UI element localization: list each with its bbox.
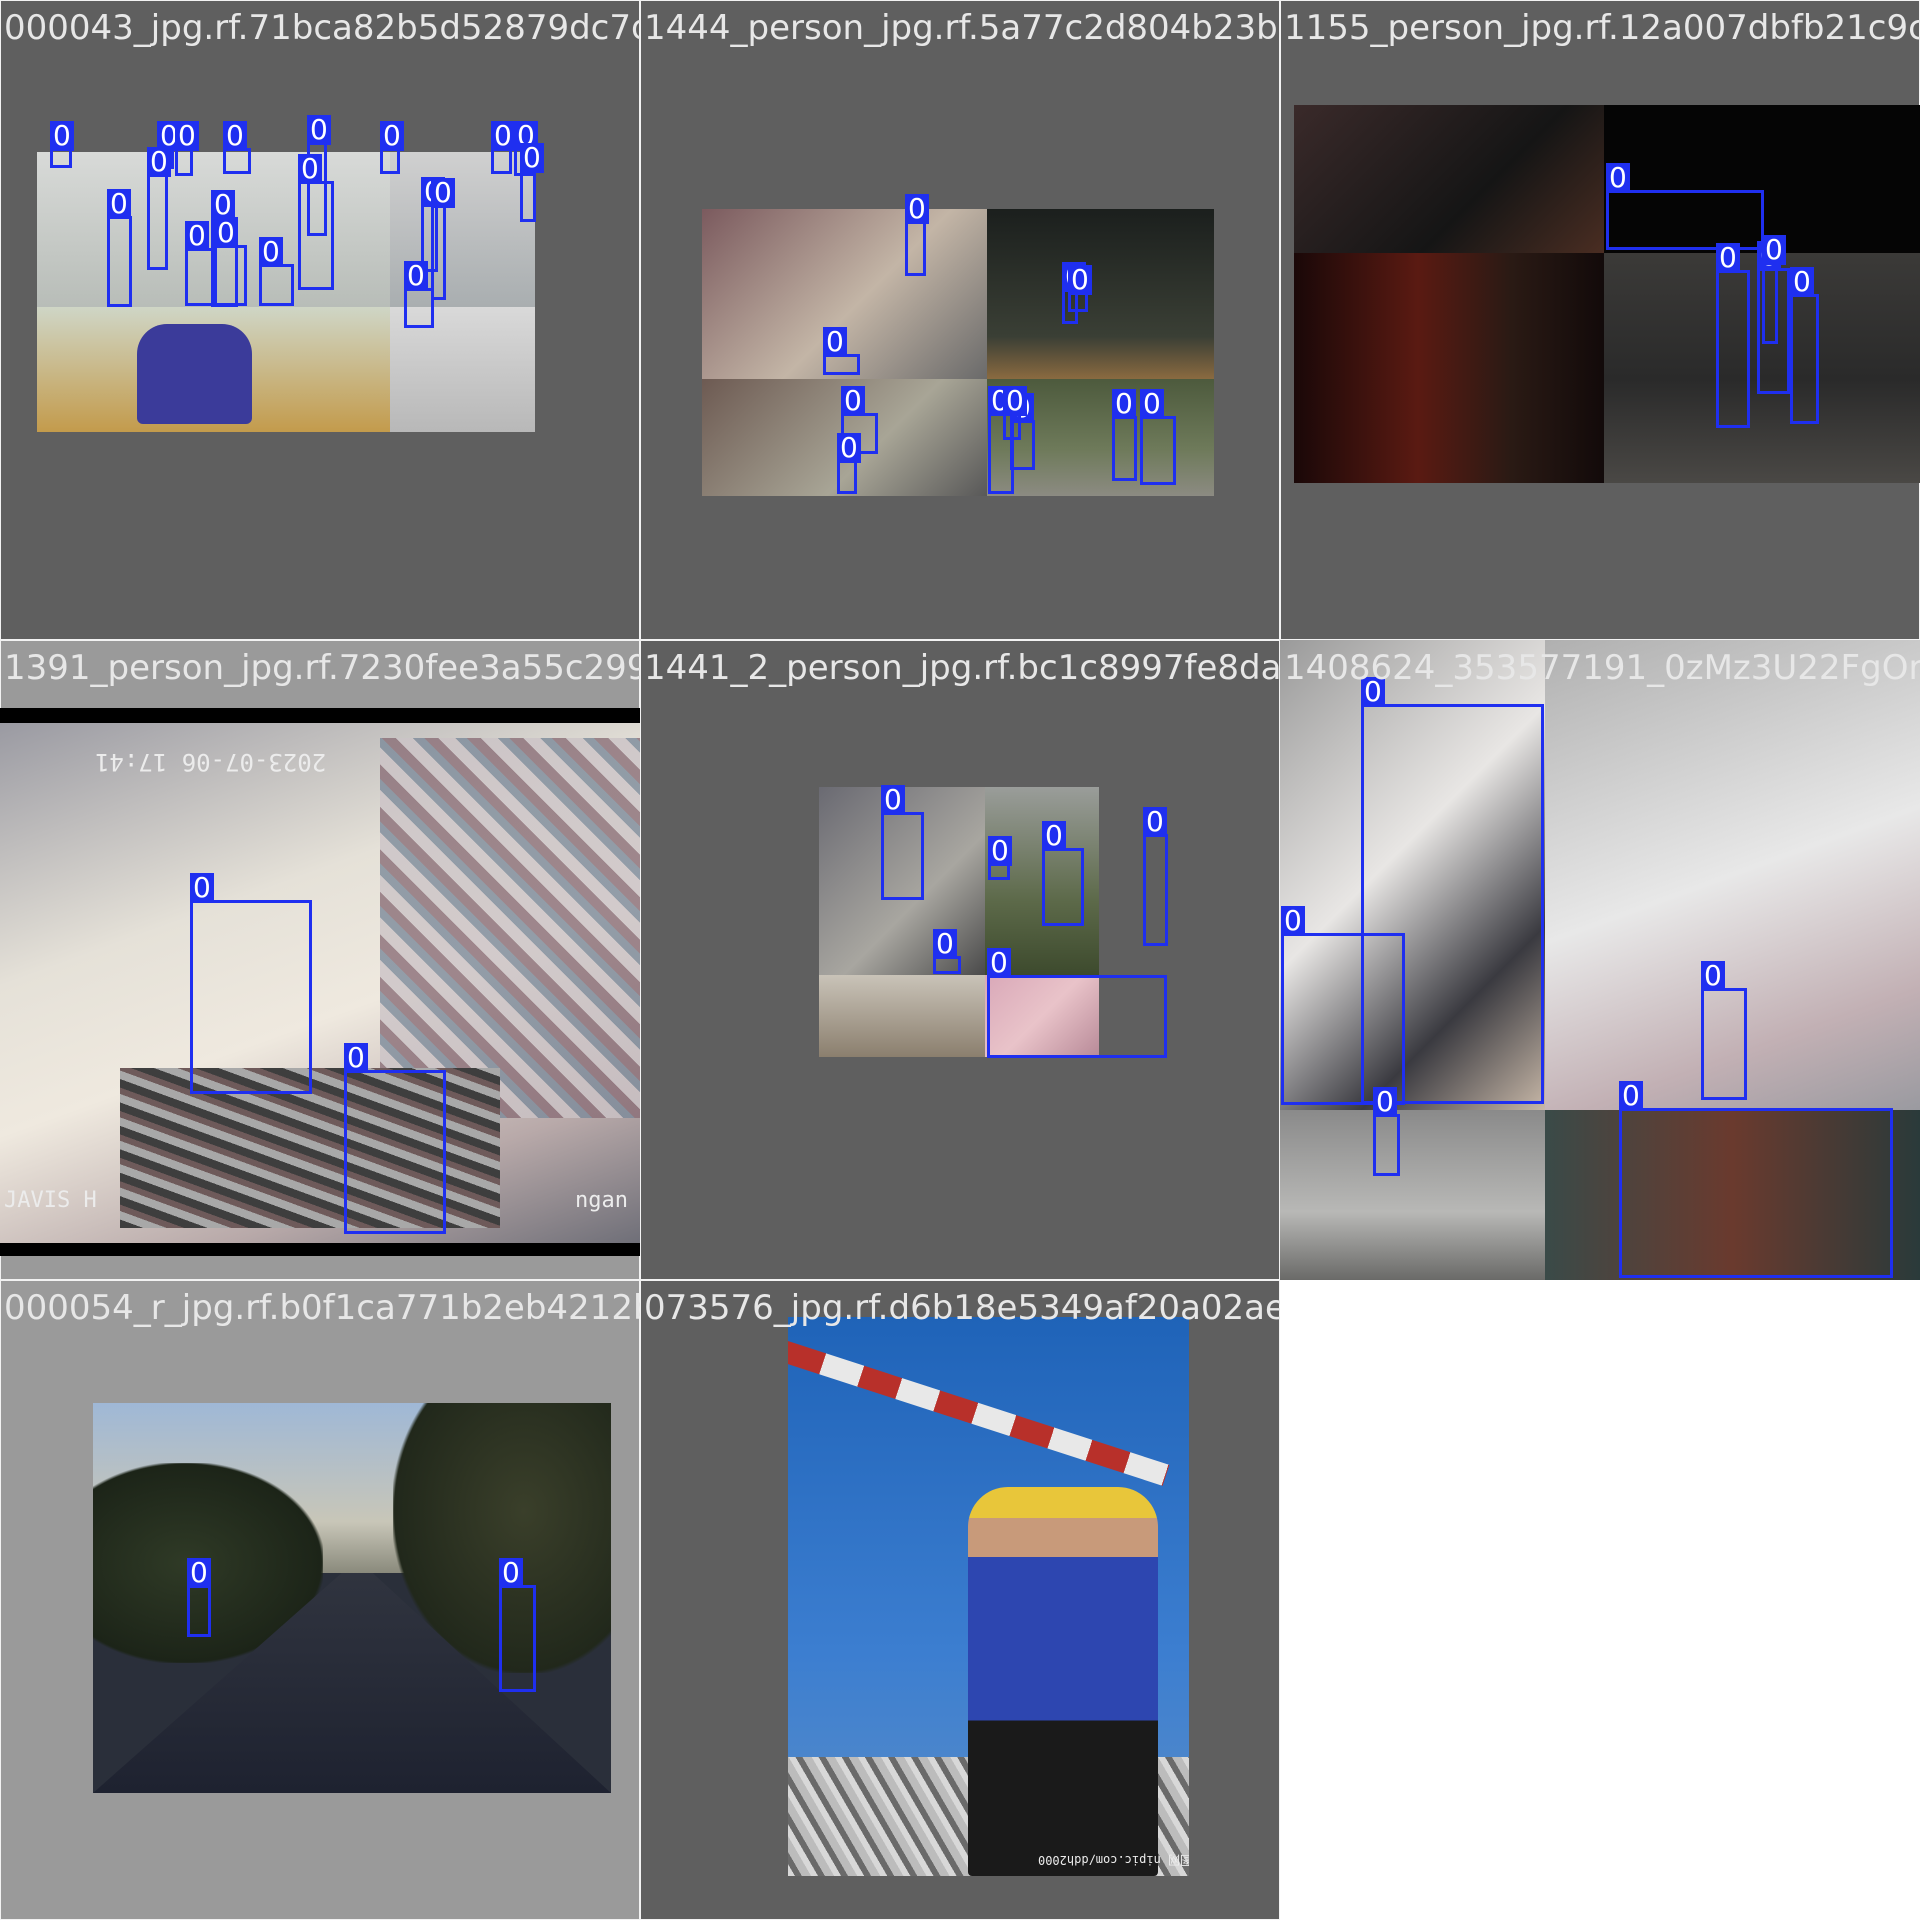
tile-title: 000043_jpg.rf.71bca82b5d52879dc7da144f97 [4, 8, 640, 48]
bounding-box: 0 [50, 121, 74, 168]
watermark-text: 昵图网 nipic.com/ddh2000 [1038, 1853, 1189, 1867]
bbox-class-label: 0 [520, 143, 544, 173]
bounding-box: 0 [1003, 386, 1027, 440]
bounding-box: 0 [520, 143, 544, 222]
tile-title: 1441_2_person_jpg.rf.bc1c8997fe8da71 [644, 648, 1280, 688]
bounding-box: 0 [1042, 821, 1084, 926]
bbox-class-label: 0 [905, 194, 929, 224]
bbox-class-label: 0 [1281, 906, 1305, 936]
bounding-box: 0 [1373, 1087, 1400, 1176]
tile-title: 1444_person_jpg.rf.5a77c2d804b23ba135ba2 [644, 8, 1280, 48]
bbox-class-label: 0 [988, 836, 1012, 866]
bbox-class-label: 0 [107, 189, 131, 219]
bbox-class-label: 0 [1140, 389, 1164, 419]
bounding-box: 0 [499, 1558, 536, 1692]
bbox-class-label: 0 [298, 154, 322, 184]
bbox-layer: 0000000000000000000000000000000000000000… [0, 0, 1920, 1920]
bbox-class-label: 0 [50, 121, 74, 151]
bounding-box: 0 [1140, 389, 1176, 485]
tile-title: 1391_person_jpg.rf.7230fee3a55c2994d126 [4, 648, 640, 688]
camera-brand-left: JAVIS H [4, 1188, 97, 1213]
bbox-class-label: 0 [1068, 265, 1092, 295]
bounding-box: 0 [380, 121, 404, 174]
bounding-box: 0 [1606, 163, 1764, 250]
bounding-box: 0 [147, 147, 171, 270]
bounding-box: 0 [1701, 961, 1747, 1100]
bounding-box: 0 [223, 121, 251, 174]
bbox-class-label: 0 [987, 948, 1011, 978]
bbox-class-label: 0 [380, 121, 404, 151]
bounding-box: 0 [1790, 267, 1819, 424]
bbox-class-label: 0 [190, 873, 214, 903]
bounding-box: 0 [1281, 906, 1405, 1105]
bounding-box: 0 [190, 873, 312, 1094]
bounding-box: 0 [298, 154, 334, 290]
bounding-box: 0 [107, 189, 132, 307]
bbox-class-label: 0 [1003, 386, 1027, 416]
bounding-box: 0 [185, 221, 214, 306]
bounding-box: 0 [1143, 807, 1168, 946]
bbox-class-label: 0 [841, 386, 865, 416]
tile-title: 000054_r_jpg.rf.b0f1ca771b2eb4212b078546 [4, 1288, 640, 1328]
bbox-class-label: 0 [1373, 1087, 1397, 1117]
bbox-class-label: 0 [1143, 807, 1167, 837]
bbox-class-label: 0 [881, 785, 905, 815]
bounding-box: 0 [404, 261, 434, 328]
camera-brand-right: ngan [575, 1188, 628, 1213]
bounding-box: 0 [1619, 1081, 1893, 1278]
bounding-box: 0 [344, 1043, 446, 1234]
bbox-class-label: 0 [491, 121, 515, 151]
bounding-box: 0 [1068, 265, 1092, 312]
bbox-class-label: 0 [1042, 821, 1066, 851]
tile-title: 1155_person_jpg.rf.12a007dbfb21c9cf2 [1284, 8, 1920, 48]
bounding-box: 0 [933, 929, 961, 974]
bounding-box: 0 [1762, 235, 1786, 344]
bounding-box: 0 [881, 785, 924, 900]
bounding-box: 0 [988, 836, 1012, 880]
tile-title: 073576_jpg.rf.d6b18e5349af20a02ae8857711 [644, 1288, 1280, 1328]
bbox-class-label: 0 [1606, 163, 1630, 193]
bbox-class-label: 0 [823, 327, 847, 357]
bounding-box: 0 [905, 194, 929, 276]
bbox-class-label: 0 [1701, 961, 1725, 991]
bbox-class-label: 0 [187, 1558, 211, 1588]
bounding-box: 0 [187, 1558, 211, 1637]
bbox-class-label: 0 [837, 433, 861, 463]
bbox-class-label: 0 [185, 221, 209, 251]
bounding-box: 0 [431, 178, 455, 300]
bbox-class-label: 0 [147, 147, 171, 177]
bounding-box: 0 [175, 121, 199, 176]
bounding-box: 0 [1112, 389, 1137, 481]
bbox-class-label: 0 [1790, 267, 1814, 297]
bounding-box: 0 [837, 433, 861, 494]
bbox-class-label: 0 [175, 121, 199, 151]
tile-title: 1408624_353577191_0zMz3U22FgOrl [1284, 648, 1920, 688]
bbox-class-label: 0 [344, 1043, 368, 1073]
bbox-class-label: 0 [404, 261, 428, 291]
mosaic-grid: 000043_jpg.rf.71bca82b5d52879dc7da144f97… [0, 0, 1920, 1920]
camera-timestamp: 2023-07-06 17:41 [95, 748, 327, 776]
bbox-class-label: 0 [1762, 235, 1786, 265]
bounding-box: 0 [214, 218, 247, 306]
bbox-class-label: 0 [1112, 389, 1136, 419]
bbox-class-label: 0 [1716, 243, 1740, 273]
bbox-class-label: 0 [431, 178, 455, 208]
bbox-class-label: 0 [214, 218, 238, 248]
bounding-box: 0 [987, 948, 1167, 1058]
bbox-class-label: 0 [259, 237, 283, 267]
bbox-class-label: 0 [307, 115, 331, 145]
bounding-box: 0 [823, 327, 860, 375]
bounding-box: 0 [259, 237, 294, 306]
bounding-box: 0 [491, 121, 515, 174]
bounding-box: 0 [1716, 243, 1750, 428]
bbox-class-label: 0 [1619, 1081, 1643, 1111]
bbox-class-label: 0 [223, 121, 247, 151]
bbox-class-label: 0 [933, 929, 957, 959]
bbox-class-label: 0 [499, 1558, 523, 1588]
